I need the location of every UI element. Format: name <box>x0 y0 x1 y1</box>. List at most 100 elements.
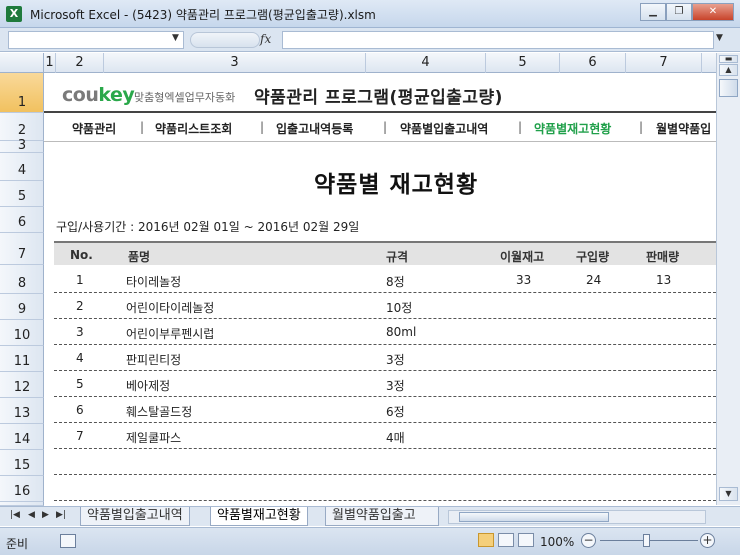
row-header[interactable]: 16 <box>0 476 44 502</box>
status-ready: 준비 <box>6 537 29 551</box>
row-header[interactable]: 10 <box>0 320 44 346</box>
cell-name: 제일쿨파스 <box>126 431 182 445</box>
row-header[interactable]: 1 <box>0 73 44 113</box>
worksheet[interactable]: coukey 맞춤형엑셀업무자동화 약품관리 프로그램(평균입출고량) 약품관리… <box>44 73 716 506</box>
close-icon: ✕ <box>708 6 718 17</box>
row-header[interactable]: 7 <box>0 233 44 265</box>
nav-item-drug-io-history[interactable]: 약품별입출고내역 <box>400 120 488 137</box>
minimize-icon: ▁ <box>649 6 657 17</box>
row-header[interactable]: 14 <box>0 424 44 450</box>
restore-button[interactable]: ❐ <box>666 3 692 21</box>
nav-item-drug-management[interactable]: 약품관리 <box>72 120 116 137</box>
col-header-sales: 판매량 <box>646 250 680 264</box>
row-header[interactable]: 6 <box>0 207 44 233</box>
report-period: 구입/사용기간 : 2016년 02월 01일 ~ 2016년 02월 29일 <box>56 220 360 234</box>
nav-separator: | <box>140 120 145 134</box>
row-header[interactable]: 2 <box>0 113 44 141</box>
table-row[interactable]: 1 타이레놀정 8정 33 24 13 <box>54 267 716 293</box>
col-header-no: No. <box>70 248 93 262</box>
select-all-corner[interactable] <box>0 53 44 73</box>
horizontal-scroll-thumb[interactable] <box>459 512 609 522</box>
zoom-slider-thumb[interactable] <box>643 534 650 547</box>
name-box-dropdown-icon[interactable]: ▼ <box>172 33 179 43</box>
cell-carryover: 33 <box>516 273 532 287</box>
column-header[interactable]: 3 <box>104 53 366 73</box>
table-header: No. 품명 규격 이월재고 구입량 판매량 <box>54 241 716 265</box>
col-header-spec: 규격 <box>386 250 409 264</box>
zoom-out-icon[interactable]: − <box>581 533 596 548</box>
row-header[interactable]: 13 <box>0 398 44 424</box>
window-controls: ▁ ❐ ✕ <box>640 3 734 21</box>
nav-item-io-register[interactable]: 입출고내역등록 <box>276 120 353 137</box>
nav-item-drug-list[interactable]: 약품리스트조회 <box>155 120 232 137</box>
formula-input[interactable] <box>282 31 714 49</box>
row-header[interactable]: 12 <box>0 372 44 398</box>
excel-app-icon[interactable]: X <box>6 6 22 22</box>
table-row[interactable]: 4 판피린티정 3정 <box>54 345 716 371</box>
nav-item-monthly-io[interactable]: 월별약품입 <box>656 120 711 137</box>
table-row[interactable]: 2 어린이타이레놀정 10정 <box>54 293 716 319</box>
table-row[interactable]: 3 어린이부루펜시럽 80ml <box>54 319 716 345</box>
vertical-scroll-thumb[interactable] <box>719 79 738 97</box>
zoom-level[interactable]: 100% <box>540 535 574 549</box>
cell-spec: 3정 <box>386 353 405 367</box>
nav-item-drug-stock[interactable]: 약품별재고현황 <box>534 120 611 137</box>
row-header[interactable]: 5 <box>0 181 44 207</box>
coukey-logo: coukey <box>62 84 135 106</box>
next-sheet-icon[interactable]: ▶ <box>42 510 49 520</box>
program-title: 약품관리 프로그램(평균입출고량) <box>254 88 503 108</box>
page-layout-view-icon[interactable] <box>498 533 514 547</box>
horizontal-scrollbar[interactable] <box>448 510 706 524</box>
cell-spec: 6정 <box>386 405 405 419</box>
minimize-button[interactable]: ▁ <box>640 3 666 21</box>
sheet-tab[interactable]: 월별약품입출고 <box>325 507 439 526</box>
first-sheet-icon[interactable]: |◀ <box>10 510 20 520</box>
cell-name: 훼스탈골드정 <box>126 405 193 419</box>
column-header[interactable]: 7 <box>626 53 702 73</box>
zoom-in-icon[interactable]: + <box>700 533 715 548</box>
scroll-up-icon[interactable]: ▲ <box>719 64 738 76</box>
split-box[interactable]: ▬ <box>719 55 738 63</box>
table-row[interactable] <box>54 449 716 475</box>
column-header[interactable]: 2 <box>56 53 104 73</box>
header-divider <box>44 111 716 113</box>
page-break-view-icon[interactable] <box>518 533 534 547</box>
table-row[interactable] <box>54 475 716 501</box>
sheet-tab[interactable]: 약품별입출고내역 <box>80 507 190 526</box>
column-header[interactable]: 5 <box>486 53 560 73</box>
logo-subtitle: 맞춤형엑셀업무자동화 <box>134 91 236 104</box>
row-header[interactable]: 15 <box>0 450 44 476</box>
row-header[interactable]: 4 <box>0 153 44 181</box>
vertical-scrollbar[interactable]: ▬ ▲ ▼ <box>716 53 740 505</box>
column-header[interactable]: 1 <box>44 53 56 73</box>
column-header[interactable]: 6 <box>560 53 626 73</box>
row-header[interactable]: 9 <box>0 294 44 320</box>
col-header-purchase: 구입량 <box>576 250 610 264</box>
name-box[interactable] <box>8 31 184 49</box>
cell-no: 3 <box>76 325 84 339</box>
cell-no: 4 <box>76 351 84 365</box>
row-header[interactable]: 8 <box>0 265 44 294</box>
column-header[interactable]: 4 <box>366 53 486 73</box>
prev-sheet-icon[interactable]: ◀ <box>28 510 35 520</box>
last-sheet-icon[interactable]: ▶| <box>56 510 66 520</box>
macro-record-icon[interactable] <box>60 534 76 548</box>
formula-bar-splitter[interactable] <box>190 32 260 48</box>
row-header[interactable]: 11 <box>0 346 44 372</box>
cell-name: 베아제정 <box>126 379 171 393</box>
cell-spec: 3정 <box>386 379 405 393</box>
scroll-down-icon[interactable]: ▼ <box>719 487 738 501</box>
row-header[interactable]: 3 <box>0 138 44 153</box>
normal-view-icon[interactable] <box>478 533 494 547</box>
table-row[interactable]: 7 제일쿨파스 4매 <box>54 423 716 449</box>
window-title: Microsoft Excel - (5423) 약품관리 프로그램(평균입출고… <box>30 8 376 22</box>
cell-no: 2 <box>76 299 84 313</box>
close-button[interactable]: ✕ <box>692 3 734 21</box>
cell-name: 판피린티정 <box>126 353 182 367</box>
table-row[interactable]: 6 훼스탈골드정 6정 <box>54 397 716 423</box>
insert-function-icon[interactable]: fx <box>260 32 271 46</box>
expand-formula-bar-icon[interactable]: ▼ <box>716 33 723 43</box>
table-row[interactable]: 5 베아제정 3정 <box>54 371 716 397</box>
formula-bar: ▼ fx ▼ <box>0 28 740 52</box>
sheet-tab-active[interactable]: 약품별재고현황 <box>210 507 308 526</box>
